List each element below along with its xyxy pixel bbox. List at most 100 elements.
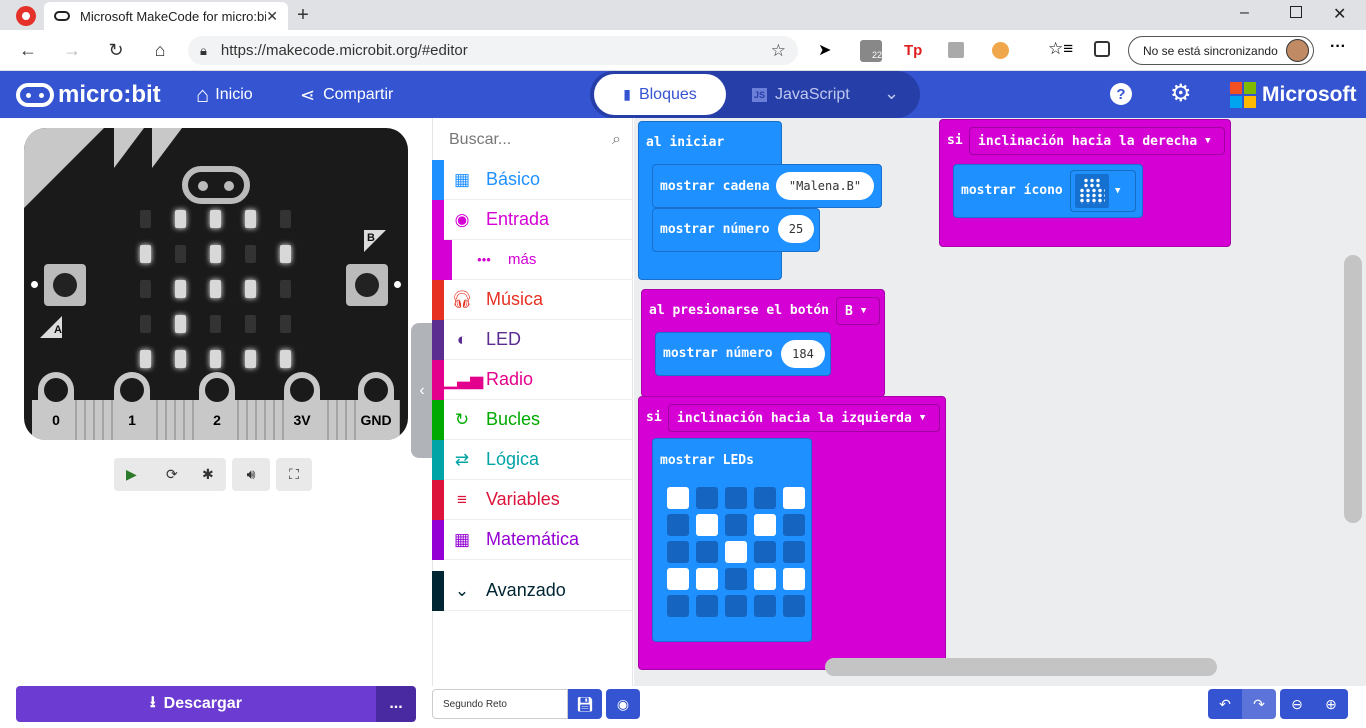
tab-blocks[interactable]: ▮ Bloques xyxy=(594,74,726,115)
redo-icon[interactable]: ↷ xyxy=(1242,689,1276,719)
github-icon[interactable]: ◉ xyxy=(606,689,640,719)
address-text: https://makecode.microbit.org/#editor xyxy=(220,42,468,59)
led-0-2 xyxy=(210,210,221,228)
fullscreen-icon[interactable]: ⛶ xyxy=(276,458,312,491)
led-cell-0-4[interactable] xyxy=(783,487,805,509)
led-cell-3-2[interactable] xyxy=(725,568,747,590)
zoom-out-icon[interactable]: ⊖ xyxy=(1280,689,1314,719)
home-icon[interactable]: ⌂ xyxy=(146,36,174,64)
led-cell-1-3[interactable] xyxy=(754,514,776,536)
led-cell-2-4[interactable] xyxy=(783,541,805,563)
led-cell-2-1[interactable] xyxy=(696,541,718,563)
category-entrada[interactable]: ◉ Entrada xyxy=(432,199,633,240)
face-extension-icon[interactable] xyxy=(992,42,1009,59)
category-led[interactable]: ◐ LED xyxy=(432,319,633,360)
address-input[interactable]: 🔒︎ https://makecode.microbit.org/#editor… xyxy=(188,36,798,65)
led-cell-2-3[interactable] xyxy=(754,541,776,563)
button-dropdown[interactable]: B ▼ xyxy=(836,297,880,325)
reload-icon[interactable]: ↻ xyxy=(102,36,130,64)
minimize-window-button[interactable]: – xyxy=(1240,4,1260,22)
led-cell-1-1[interactable] xyxy=(696,514,718,536)
led-cell-3-4[interactable] xyxy=(783,568,805,590)
search-input[interactable]: Buscar... ⌕ xyxy=(449,126,621,154)
home-button[interactable]: ⌂ Inicio xyxy=(196,82,253,107)
gesture-dropdown[interactable]: inclinación hacia la izquierda ▼ xyxy=(668,404,940,432)
led-cell-1-0[interactable] xyxy=(667,514,689,536)
led-cell-4-1[interactable] xyxy=(696,595,718,617)
led-cell-0-1[interactable] xyxy=(696,487,718,509)
led-cell-3-1[interactable] xyxy=(696,568,718,590)
language-dropdown-chevron-down-icon[interactable]: ⌄ xyxy=(884,83,899,104)
button-b[interactable] xyxy=(346,264,388,306)
led-cell-4-0[interactable] xyxy=(667,595,689,617)
collapse-simulator-button[interactable]: ‹ xyxy=(411,323,433,458)
project-name-input[interactable]: Segundo Reto xyxy=(432,689,568,719)
category-bucles[interactable]: ↻ Bucles xyxy=(432,399,633,440)
led-cell-4-4[interactable] xyxy=(783,595,805,617)
browser-tab-active[interactable]: Microsoft MakeCode for micro:bit ✕ xyxy=(44,2,288,30)
download-button[interactable]: ⭳ Descargar xyxy=(16,686,376,722)
new-tab-button[interactable]: + xyxy=(292,4,314,26)
string-value-field[interactable]: "Malena.B" xyxy=(776,172,874,200)
led-cell-0-0[interactable] xyxy=(667,487,689,509)
vertical-scrollbar[interactable] xyxy=(1344,255,1362,523)
close-tab-icon[interactable]: ✕ xyxy=(266,8,278,25)
settings-more-icon[interactable]: ··· xyxy=(1330,38,1346,56)
gesture-dropdown[interactable]: inclinación hacia la derecha ▼ xyxy=(969,127,1225,155)
stack-extension-icon[interactable] xyxy=(948,42,964,58)
number-value-field[interactable]: 25 xyxy=(778,215,814,243)
led-cell-4-2[interactable] xyxy=(725,595,747,617)
led-cell-3-3[interactable] xyxy=(754,568,776,590)
led-cell-0-2[interactable] xyxy=(725,487,747,509)
led-cell-1-4[interactable] xyxy=(783,514,805,536)
pin-2[interactable]: 2 xyxy=(199,372,235,440)
search-icon[interactable]: ⌕ xyxy=(612,131,621,149)
pin-0[interactable]: 0 xyxy=(38,372,74,440)
restore-window-button[interactable] xyxy=(1290,6,1302,18)
icon-dropdown[interactable]: ▼ xyxy=(1070,170,1136,212)
mute-icon[interactable]: 🔊︎ xyxy=(232,458,270,491)
category-matemática[interactable]: ▦ Matemática xyxy=(432,519,633,560)
tp-extension-icon[interactable]: Tp xyxy=(904,42,922,59)
led-cell-1-2[interactable] xyxy=(725,514,747,536)
led-cell-0-3[interactable] xyxy=(754,487,776,509)
led-cell-3-0[interactable] xyxy=(667,568,689,590)
favorites-icon[interactable]: ☆≡ xyxy=(1048,39,1073,59)
pin-gnd[interactable]: GND xyxy=(358,372,394,440)
pin-1[interactable]: 1 xyxy=(114,372,150,440)
horizontal-scrollbar[interactable] xyxy=(825,658,1217,676)
led-cell-2-0[interactable] xyxy=(667,541,689,563)
pin-3v[interactable]: 3V xyxy=(284,372,320,440)
extension-badge-icon[interactable]: 22 xyxy=(860,40,882,62)
favorite-star-icon[interactable]: ☆ xyxy=(771,41,786,61)
button-a[interactable] xyxy=(44,264,86,306)
play-icon[interactable]: ▶ ⟳ ✱ xyxy=(114,458,226,491)
back-arrow-icon[interactable]: ← xyxy=(14,36,42,64)
led-cell-2-2[interactable] xyxy=(725,541,747,563)
gear-icon[interactable]: ⚙ xyxy=(1170,79,1192,108)
forward-arrow-icon[interactable]: → xyxy=(58,36,86,64)
microsoft-logo[interactable]: Microsoft xyxy=(1230,82,1357,108)
microbit-logo[interactable]: micro:bit xyxy=(16,81,161,108)
category-variables[interactable]: ≡ Variables xyxy=(432,479,633,520)
zoom-in-icon[interactable]: ⊕ xyxy=(1314,689,1348,719)
share-button[interactable]: ⋖ Compartir xyxy=(300,83,393,107)
category-básico[interactable]: ▦ Básico xyxy=(432,159,633,200)
save-icon[interactable]: 💾︎ xyxy=(568,689,602,719)
category-más[interactable]: ••• más xyxy=(432,239,633,280)
number-value-field[interactable]: 184 xyxy=(781,340,825,368)
sync-profile-button[interactable]: No se está sincronizando xyxy=(1128,36,1314,65)
category-lógica[interactable]: ⇄ Lógica xyxy=(432,439,633,480)
category-música[interactable]: 🎧︎ Música xyxy=(432,279,633,320)
download-more-button[interactable]: ... xyxy=(376,686,416,722)
close-window-button[interactable]: ✕ xyxy=(1333,4,1346,24)
browser-profile-icon[interactable] xyxy=(16,6,36,26)
help-icon[interactable]: ? xyxy=(1110,83,1132,105)
undo-icon[interactable]: ↶ xyxy=(1208,689,1242,719)
category-radio[interactable]: ▁▃▅ Radio xyxy=(432,359,633,400)
category-avanzado[interactable]: ⌄ Avanzado xyxy=(432,570,633,611)
collections-icon[interactable] xyxy=(1094,41,1110,57)
led-cell-4-3[interactable] xyxy=(754,595,776,617)
cursor-extension-icon[interactable]: ➤ xyxy=(818,40,831,60)
tab-javascript[interactable]: JS JavaScript xyxy=(752,74,850,115)
